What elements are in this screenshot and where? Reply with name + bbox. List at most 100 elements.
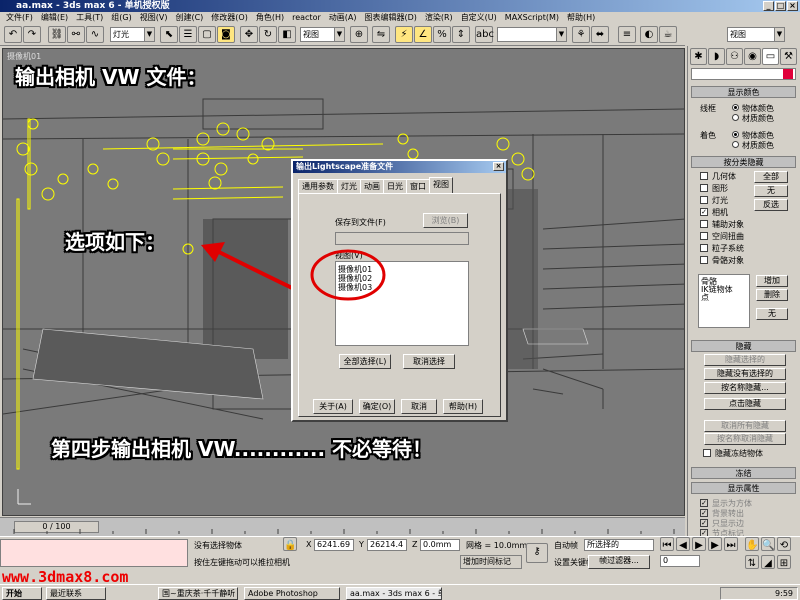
select-all-button[interactable]: 全部选择(L) [339, 354, 391, 369]
all-button[interactable]: 全部 [754, 171, 788, 183]
rotate-icon[interactable]: ↻ [259, 26, 277, 43]
maximize-button[interactable]: □ [775, 1, 786, 11]
snap-3d-icon[interactable]: ⚡ [395, 26, 413, 43]
list-item[interactable]: 点 [701, 292, 709, 303]
key-icon[interactable]: ⚷ [526, 543, 548, 563]
object-color-swatch[interactable] [783, 69, 793, 79]
hide-by-category-rollout[interactable]: 按分类隐藏 [691, 156, 796, 168]
category-checkbox[interactable] [700, 196, 708, 204]
hide-list[interactable]: 骨骼 IK链物体 点 [698, 274, 750, 328]
hide-selected-button[interactable]: 隐藏选择的 [704, 354, 786, 366]
task-item[interactable]: Adobe Photoshop [244, 587, 340, 600]
named-selection-icon[interactable]: abc [475, 26, 494, 43]
tab-animation[interactable]: 动画 [360, 179, 384, 193]
menu-character[interactable]: 角色(H) [252, 12, 288, 24]
none-list-button[interactable]: 无 [756, 308, 788, 320]
menu-tools[interactable]: 工具(T) [72, 12, 107, 24]
task-item[interactable]: aa.max - 3ds max 6 - 单... [346, 587, 442, 600]
task-item[interactable]: 国~重庆茶·千千静听 [158, 587, 238, 600]
hide-by-hit-button[interactable]: 点击隐藏 [704, 398, 786, 410]
menu-views[interactable]: 视图(V) [136, 12, 172, 24]
browse-button[interactable]: 浏览(B) [423, 213, 468, 228]
menu-customize[interactable]: 自定义(U) [457, 12, 501, 24]
key-filter-dropdown[interactable]: 所选择的 [584, 539, 654, 551]
reference-coord-dropdown[interactable]: 视图 ▼ [300, 27, 345, 42]
category-checkbox[interactable]: ✓ [700, 208, 708, 216]
menu-graph-editors[interactable]: 图表编辑器(D) [360, 12, 420, 24]
orbit-icon[interactable]: ⟲ [777, 537, 791, 551]
about-button[interactable]: 关于(A) [313, 399, 353, 414]
render-scene-icon[interactable]: ☕ [659, 26, 677, 43]
save-path-field[interactable] [335, 232, 469, 245]
help-button[interactable]: 帮助(H) [443, 399, 483, 414]
select-object-icon[interactable]: ⬉ [160, 26, 178, 43]
layer-manager-icon[interactable]: ≡ [618, 26, 636, 43]
add-button[interactable]: 增加 [756, 275, 788, 287]
menu-animation[interactable]: 动画(A) [325, 12, 361, 24]
display-property-checkbox[interactable]: ✓ [700, 499, 708, 507]
minimize-button[interactable]: _ [763, 1, 774, 11]
invert-button[interactable]: 反选 [754, 199, 788, 211]
bind-spacewarp-icon[interactable]: ∿ [86, 26, 104, 43]
unhide-by-name-button[interactable]: 按名称取消隐藏 [704, 433, 786, 445]
display-color-rollout[interactable]: 显示颜色 [691, 86, 796, 98]
cancel-button[interactable]: 取消 [401, 399, 437, 414]
none-button[interactable]: 无 [754, 185, 788, 197]
goto-start-icon[interactable]: ⏮ [660, 537, 674, 551]
tab-views[interactable]: 视图 [429, 177, 453, 193]
menu-file[interactable]: 文件(F) [2, 12, 37, 24]
dolly-icon[interactable]: ⇅ [745, 555, 759, 569]
play-icon[interactable]: ▶ [692, 537, 706, 551]
start-button[interactable]: 开始 [2, 587, 42, 600]
unlink-icon[interactable]: ⚯ [67, 26, 85, 43]
utilities-tab-icon[interactable]: ⚒ [780, 48, 797, 65]
close-button[interactable]: × [787, 1, 798, 11]
maxscript-listener[interactable] [0, 539, 188, 567]
redo-icon[interactable]: ↷ [23, 26, 41, 43]
next-frame-icon[interactable]: ▶ [708, 537, 722, 551]
modify-tab-icon[interactable]: ◗ [708, 48, 725, 65]
select-by-name-icon[interactable]: ☰ [179, 26, 197, 43]
menu-group[interactable]: 组(G) [107, 12, 135, 24]
wireframe-object-color-radio[interactable] [732, 104, 739, 111]
display-properties-rollout[interactable]: 显示属性 [691, 482, 796, 494]
auto-key-label[interactable]: 自动帧 [554, 540, 578, 551]
tab-window[interactable]: 窗口 [406, 179, 430, 193]
display-tab-icon[interactable]: ▭ [762, 48, 779, 65]
menu-modifiers[interactable]: 修改器(O) [207, 12, 252, 24]
current-frame-field[interactable]: 0 [660, 555, 700, 567]
tab-lights[interactable]: 灯光 [337, 179, 361, 193]
key-filters-button[interactable]: 帧过滤器... [588, 555, 650, 569]
menu-maxscript[interactable]: MAXScript(M) [501, 12, 563, 24]
remove-button[interactable]: 删除 [756, 289, 788, 301]
move-icon[interactable]: ✥ [240, 26, 258, 43]
ok-button[interactable]: 确定(O) [359, 399, 395, 414]
maximize-viewport-icon[interactable]: ⊞ [777, 555, 791, 569]
align-icon[interactable]: ⬌ [591, 26, 609, 43]
shaded-material-color-radio[interactable] [732, 141, 739, 148]
pivot-center-icon[interactable]: ⊕ [350, 26, 368, 43]
goto-end-icon[interactable]: ⏭ [724, 537, 738, 551]
menu-rendering[interactable]: 渲染(R) [421, 12, 457, 24]
add-time-tag-button[interactable]: 增加时间标记 [460, 555, 522, 569]
mirror-object-icon[interactable]: ⚘ [572, 26, 590, 43]
y-coord-field[interactable]: 26214.4 [367, 539, 407, 551]
lock-selection-icon[interactable]: 🔒 [283, 537, 297, 551]
tab-general[interactable]: 通用参数 [298, 179, 338, 193]
menu-create[interactable]: 创建(C) [171, 12, 207, 24]
material-editor-icon[interactable]: ◐ [640, 26, 658, 43]
render-view-dropdown[interactable]: 视图 ▼ [727, 27, 785, 42]
zoom-icon[interactable]: 🔍 [761, 537, 775, 551]
window-crossing-icon[interactable]: ◙ [217, 26, 235, 43]
freeze-rollout[interactable]: 冻结 [691, 467, 796, 479]
category-checkbox[interactable] [700, 244, 708, 252]
region-select-icon[interactable]: ▢ [198, 26, 216, 43]
create-tab-icon[interactable]: ✱ [690, 48, 707, 65]
shaded-object-color-radio[interactable] [732, 131, 739, 138]
tab-daylight[interactable]: 日光 [383, 179, 407, 193]
angle-snap-icon[interactable]: ∠ [414, 26, 432, 43]
motion-tab-icon[interactable]: ◉ [744, 48, 761, 65]
hide-rollout[interactable]: 隐藏 [691, 340, 796, 352]
hide-by-name-button[interactable]: 按名称隐藏... [704, 382, 786, 394]
category-checkbox[interactable] [700, 232, 708, 240]
